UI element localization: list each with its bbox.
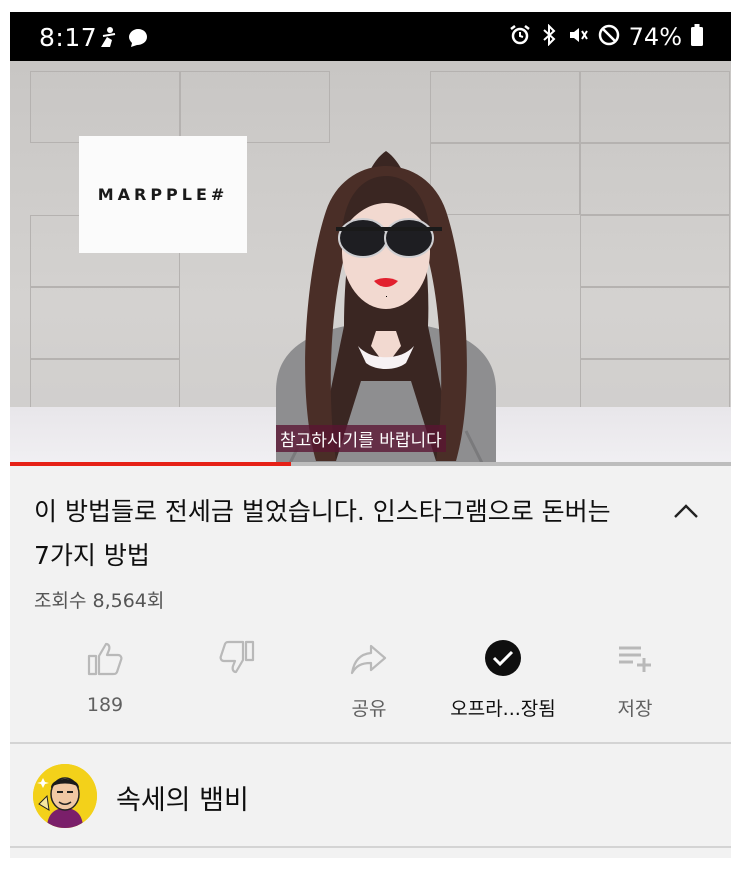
video-subtitle: 참고하시기를 바랍니다 <box>276 425 446 452</box>
collapse-description-button[interactable] <box>670 500 702 524</box>
app-frame: 8:17 74% MARPPLE# 참고하시기를 바랍니다 이 방법들로 전세금… <box>10 12 731 858</box>
share-icon <box>314 638 424 678</box>
accessibility-icon <box>99 27 119 53</box>
dislike-button[interactable] <box>182 638 292 694</box>
brand-logo-text: MARPPLE# <box>97 185 229 204</box>
thumbs-down-icon <box>182 638 292 678</box>
video-progress-bar[interactable] <box>10 462 731 466</box>
video-progress-fill <box>10 462 292 466</box>
save-to-playlist-button[interactable]: 저장 <box>580 638 690 721</box>
do-not-disturb-icon <box>598 24 620 50</box>
like-count: 189 <box>86 694 124 716</box>
offline-saved-button[interactable]: 오프라...장됨 <box>448 638 558 721</box>
chat-bubble-icon <box>127 27 149 53</box>
status-time: 8:17 <box>39 23 98 52</box>
view-count: 조회수 8,564회 <box>34 590 165 612</box>
alarm-icon <box>509 24 531 50</box>
playlist-add-icon <box>580 638 690 678</box>
battery-icon <box>691 24 703 50</box>
battery-percent: 74% <box>628 23 682 51</box>
share-button[interactable]: 공유 <box>314 638 424 721</box>
wall-tile <box>580 143 730 215</box>
channel-avatar[interactable] <box>33 764 97 828</box>
wall-tile <box>580 215 730 287</box>
wall-tile <box>580 287 730 359</box>
share-label: 공유 <box>351 698 387 720</box>
mute-icon <box>567 24 589 50</box>
channel-avatar-image <box>33 764 97 828</box>
offline-saved-label: 오프라...장됨 <box>450 698 556 720</box>
status-bar: 8:17 74% <box>10 12 731 61</box>
like-button[interactable]: 189 <box>50 638 160 716</box>
wall-tile <box>30 71 180 143</box>
divider <box>10 742 731 744</box>
check-circle-icon <box>448 638 558 678</box>
thumbs-up-icon <box>50 638 160 678</box>
video-title: 이 방법들로 전세금 벌었습니다. 인스타그램으로 돈버는 7가지 방법 <box>34 497 611 570</box>
save-label: 저장 <box>617 698 653 720</box>
chevron-up-icon <box>674 504 698 518</box>
brand-logo-card: MARPPLE# <box>79 136 247 253</box>
channel-name[interactable]: 속세의 뱀비 <box>116 778 249 817</box>
wall-tile <box>580 71 730 143</box>
presenter-figure <box>276 151 496 462</box>
bluetooth-icon <box>540 23 558 50</box>
wall-tile <box>30 287 180 359</box>
divider <box>10 846 731 848</box>
video-player[interactable]: MARPPLE# 참고하시기를 바랍니다 <box>10 61 731 462</box>
